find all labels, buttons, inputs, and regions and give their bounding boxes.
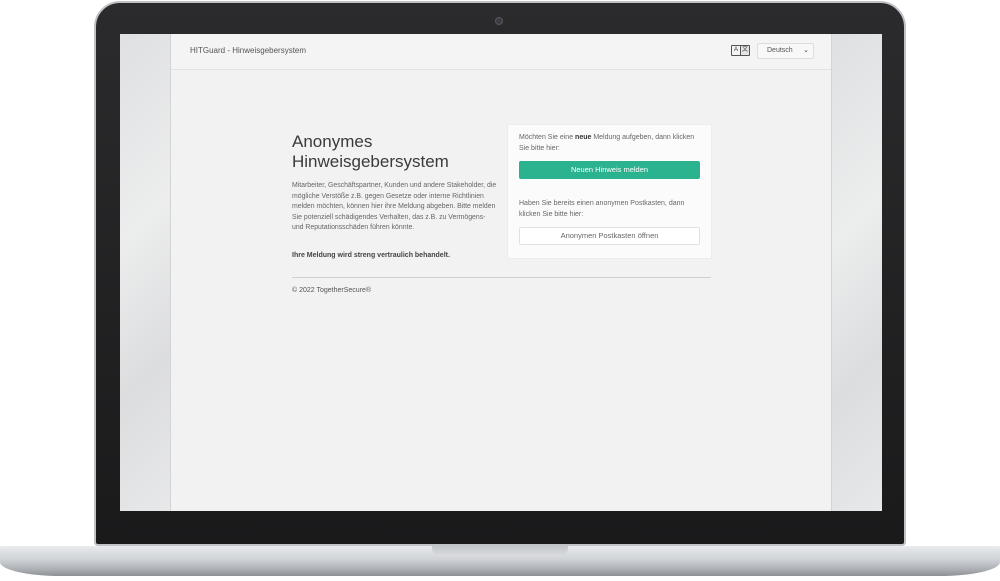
action-card: Möchten Sie eine neue Meldung aufgeben, …	[507, 124, 712, 259]
language-select[interactable]: Deutsch ⌄	[757, 43, 814, 59]
camera-icon	[495, 17, 503, 25]
page-title: Anonymes Hinweisgebersystem	[292, 132, 502, 172]
copyright: © 2022 TogetherSecure®	[292, 287, 372, 294]
mailbox-prompt: Haben Sie bereits einen anonymen Postkas…	[519, 200, 685, 218]
intro-text: Mitarbeiter, Geschäftspartner, Kunden un…	[292, 182, 497, 231]
top-bar: HITGuard - Hinweisgebersystem A 文 Deutsc…	[171, 34, 831, 70]
background-pattern-left	[120, 34, 170, 511]
footer-divider	[292, 277, 711, 278]
translate-glyph-latin: A	[733, 47, 738, 53]
new-report-button[interactable]: Neuen Hinweis melden	[519, 161, 700, 179]
background-pattern-right	[832, 34, 882, 511]
open-mailbox-button[interactable]: Anonymen Postkasten öffnen	[519, 227, 700, 245]
page: HITGuard - Hinweisgebersystem A 文 Deutsc…	[170, 34, 832, 511]
app-title: HITGuard - Hinweisgebersystem	[190, 46, 307, 55]
new-report-prompt-bold: neue	[575, 134, 592, 141]
laptop-base	[0, 546, 1000, 576]
page-title-line2: Hinweisgebersystem	[292, 152, 449, 171]
translate-glyph-cjk: 文	[740, 46, 749, 55]
language-select-value: Deutsch	[767, 47, 793, 54]
laptop-notch	[432, 546, 568, 556]
translate-icon[interactable]: A 文	[731, 45, 750, 56]
page-title-line1: Anonymes	[292, 132, 373, 151]
screen: HITGuard - Hinweisgebersystem A 文 Deutsc…	[120, 34, 882, 511]
chevron-down-icon: ⌄	[803, 47, 809, 54]
new-report-prompt: Möchten Sie eine neue Meldung aufgeben, …	[519, 132, 704, 154]
new-report-prompt-before: Möchten Sie eine	[519, 134, 576, 141]
confidentiality-note: Ihre Meldung wird streng vertraulich beh…	[292, 252, 450, 259]
